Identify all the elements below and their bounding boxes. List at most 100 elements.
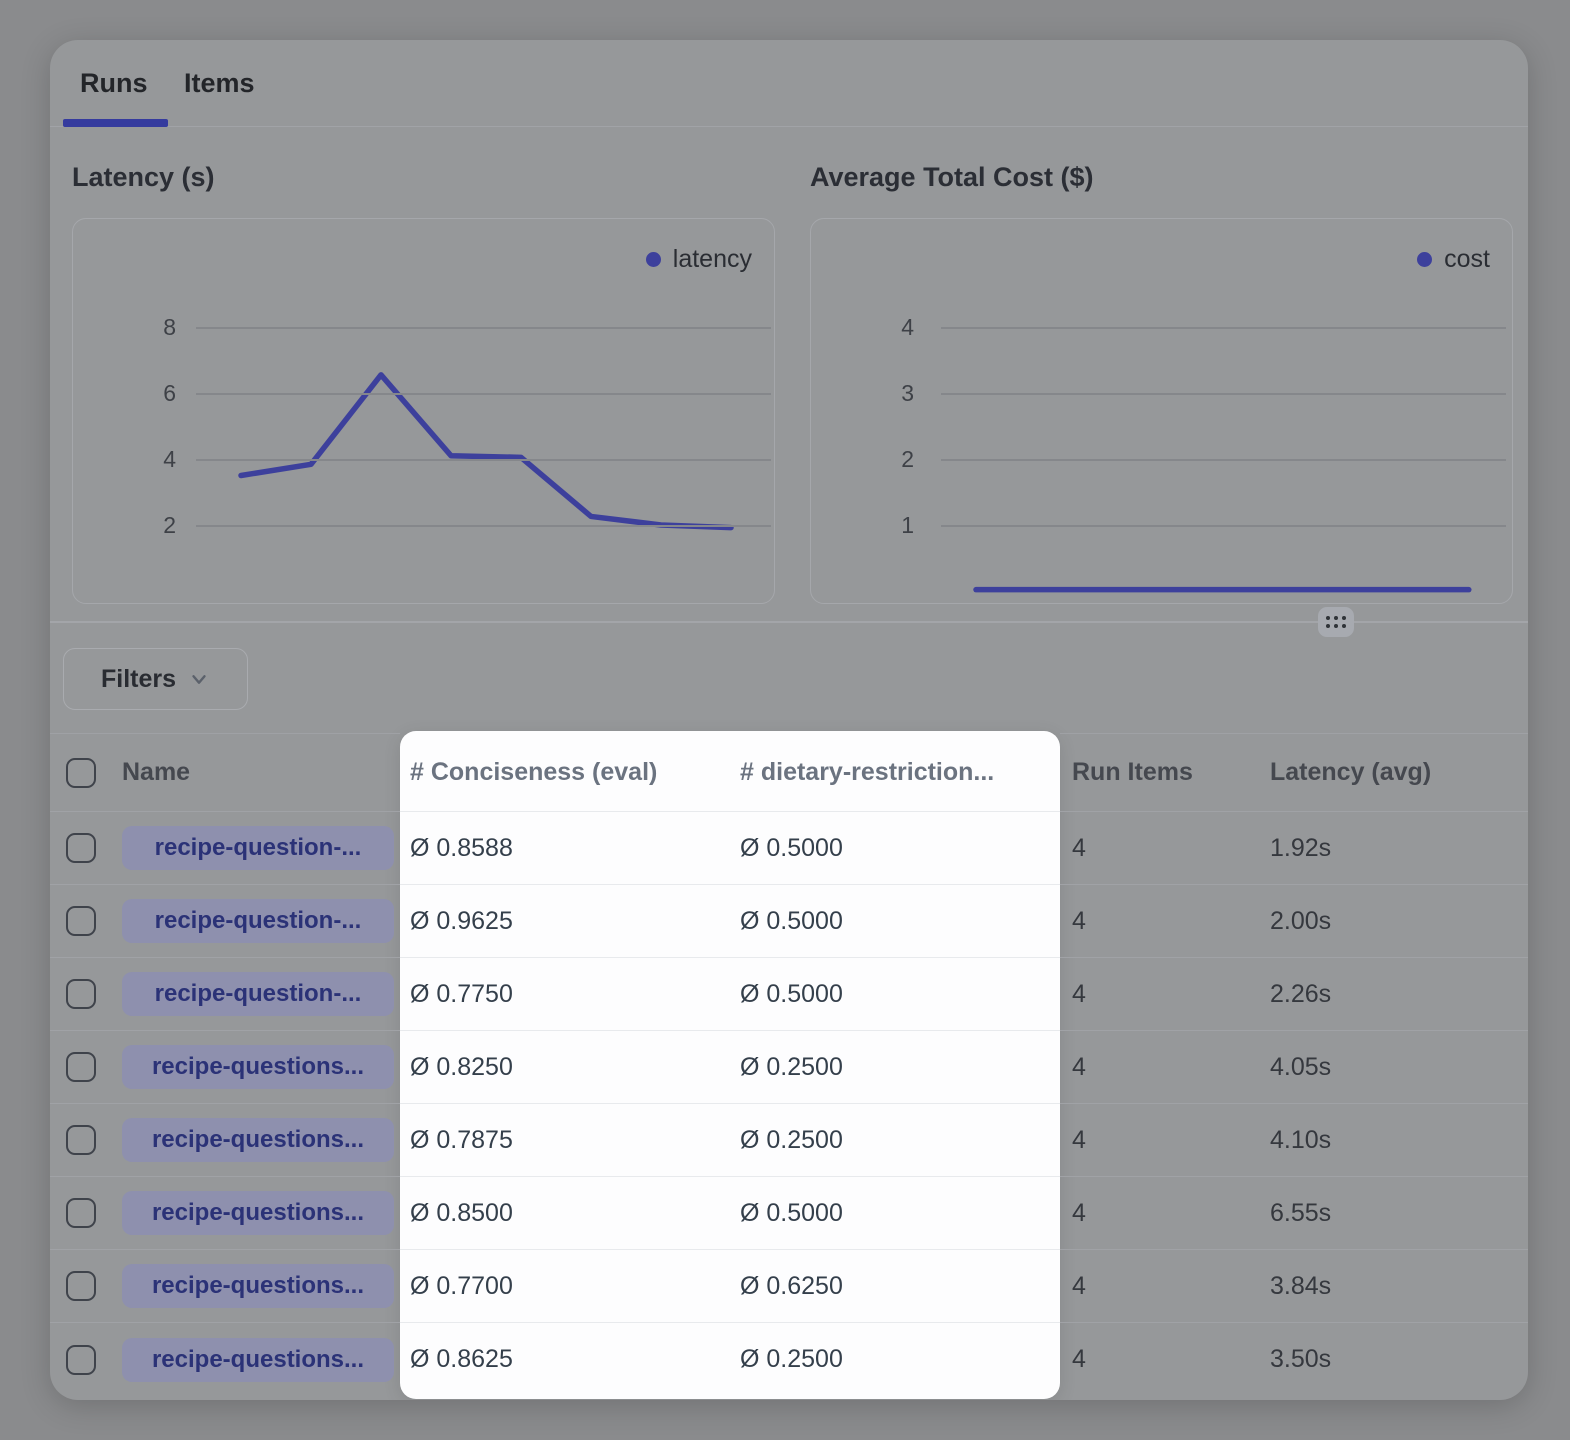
run-items-value: 4 [1060, 1104, 1258, 1177]
run-name-cell: recipe-questions... [116, 1177, 400, 1250]
tab-items[interactable]: Items [184, 68, 255, 99]
run-name-cell: recipe-question-... [116, 812, 400, 885]
table-row: recipe-questions...Ø 0.8500Ø 0.500046.55… [50, 1177, 1528, 1250]
run-items-value: 4 [1060, 885, 1258, 958]
latency-avg-value: 6.55s [1258, 1177, 1528, 1250]
table-row: recipe-question-...Ø 0.8588Ø 0.500041.92… [50, 812, 1528, 885]
column-header-conciseness: # Conciseness (eval) [400, 733, 730, 812]
gridline [196, 459, 771, 461]
conciseness-value: Ø 0.8588 [400, 812, 730, 885]
gridline [941, 525, 1506, 527]
row-select-cell [50, 1323, 116, 1396]
column-header-name: Name [116, 733, 400, 812]
row-checkbox[interactable] [66, 1125, 96, 1155]
conciseness-value: Ø 0.7875 [400, 1104, 730, 1177]
table-body: recipe-question-...Ø 0.8588Ø 0.500041.92… [50, 812, 1528, 1396]
dietary-restriction-value: Ø 0.2500 [730, 1031, 1060, 1104]
conciseness-value: Ø 0.9625 [400, 885, 730, 958]
run-name-badge[interactable]: recipe-question-... [122, 826, 394, 870]
resize-drag-handle[interactable] [1318, 607, 1354, 637]
run-name-badge[interactable]: recipe-questions... [122, 1118, 394, 1162]
y-axis-tick-label: 4 [108, 445, 176, 473]
run-name-badge[interactable]: recipe-question-... [122, 972, 394, 1016]
conciseness-value: Ø 0.8625 [400, 1323, 730, 1396]
row-select-cell [50, 1177, 116, 1250]
tab-bar: Runs Items [50, 40, 1528, 127]
row-checkbox[interactable] [66, 1271, 96, 1301]
row-checkbox[interactable] [66, 979, 96, 1009]
gridline [941, 459, 1506, 461]
y-axis-tick-label: 2 [846, 445, 914, 473]
dietary-restriction-value: Ø 0.5000 [730, 958, 1060, 1031]
run-name-cell: recipe-questions... [116, 1031, 400, 1104]
row-checkbox[interactable] [66, 1198, 96, 1228]
latency-avg-value: 3.50s [1258, 1323, 1528, 1396]
y-axis-tick-label: 3 [846, 379, 914, 407]
latency-chart-title: Latency (s) [72, 162, 215, 193]
y-axis-tick-label: 1 [846, 511, 914, 539]
conciseness-value: Ø 0.8250 [400, 1031, 730, 1104]
table-row: recipe-questions...Ø 0.8625Ø 0.250043.50… [50, 1323, 1528, 1396]
run-name-badge[interactable]: recipe-questions... [122, 1264, 394, 1308]
gridline [941, 393, 1506, 395]
table-row: recipe-question-...Ø 0.7750Ø 0.500042.26… [50, 958, 1528, 1031]
table-row: recipe-questions...Ø 0.7875Ø 0.250044.10… [50, 1104, 1528, 1177]
column-header-dietary-restriction: # dietary-restriction... [730, 733, 1060, 812]
conciseness-value: Ø 0.7700 [400, 1250, 730, 1323]
latency-avg-value: 2.26s [1258, 958, 1528, 1031]
run-name-cell: recipe-questions... [116, 1323, 400, 1396]
run-name-badge[interactable]: recipe-questions... [122, 1191, 394, 1235]
dietary-restriction-value: Ø 0.5000 [730, 885, 1060, 958]
run-name-badge[interactable]: recipe-questions... [122, 1338, 394, 1382]
dietary-restriction-value: Ø 0.6250 [730, 1250, 1060, 1323]
select-all-checkbox[interactable] [66, 758, 96, 788]
latency-avg-value: 1.92s [1258, 812, 1528, 885]
dietary-restriction-value: Ø 0.2500 [730, 1104, 1060, 1177]
dietary-restriction-value: Ø 0.5000 [730, 812, 1060, 885]
latency-avg-value: 3.84s [1258, 1250, 1528, 1323]
y-axis-tick-label: 8 [108, 313, 176, 341]
conciseness-value: Ø 0.8500 [400, 1177, 730, 1250]
active-tab-indicator [63, 119, 168, 127]
runs-table: Name # Conciseness (eval) # dietary-rest… [50, 733, 1528, 1396]
cost-chart-title: Average Total Cost ($) [810, 162, 1094, 193]
row-checkbox[interactable] [66, 833, 96, 863]
cost-chart: cost 1234 [810, 218, 1513, 604]
row-select-cell [50, 812, 116, 885]
latency-avg-value: 4.10s [1258, 1104, 1528, 1177]
row-checkbox[interactable] [66, 906, 96, 936]
y-axis-tick-label: 6 [108, 379, 176, 407]
row-select-cell [50, 958, 116, 1031]
evaluation-panel: Runs Items Latency (s) Average Total Cos… [50, 40, 1528, 1400]
run-items-value: 4 [1060, 1323, 1258, 1396]
run-name-cell: recipe-question-... [116, 958, 400, 1031]
filters-button-label: Filters [101, 665, 176, 694]
filters-button[interactable]: Filters [63, 648, 248, 710]
run-items-value: 4 [1060, 1177, 1258, 1250]
latency-avg-value: 4.05s [1258, 1031, 1528, 1104]
chevron-down-icon [188, 668, 210, 690]
row-checkbox[interactable] [66, 1345, 96, 1375]
gridline [941, 327, 1506, 329]
run-name-badge[interactable]: recipe-question-... [122, 899, 394, 943]
tab-runs[interactable]: Runs [80, 68, 148, 99]
table-row: recipe-questions...Ø 0.7700Ø 0.625043.84… [50, 1250, 1528, 1323]
column-header-run-items: Run Items [1060, 733, 1258, 812]
page-background: Runs Items Latency (s) Average Total Cos… [0, 0, 1570, 1440]
latency-avg-value: 2.00s [1258, 885, 1528, 958]
conciseness-value: Ø 0.7750 [400, 958, 730, 1031]
y-axis-tick-label: 2 [108, 511, 176, 539]
latency-line-plot [73, 219, 776, 605]
row-select-cell [50, 885, 116, 958]
run-items-value: 4 [1060, 1250, 1258, 1323]
run-name-badge[interactable]: recipe-questions... [122, 1045, 394, 1089]
row-select-cell [50, 1250, 116, 1323]
row-select-cell [50, 1104, 116, 1177]
row-checkbox[interactable] [66, 1052, 96, 1082]
run-items-value: 4 [1060, 958, 1258, 1031]
column-header-latency-avg: Latency (avg) [1258, 733, 1528, 812]
table-row: recipe-question-...Ø 0.9625Ø 0.500042.00… [50, 885, 1528, 958]
gridline [196, 393, 771, 395]
run-name-cell: recipe-question-... [116, 885, 400, 958]
cost-line-plot [811, 219, 1514, 605]
